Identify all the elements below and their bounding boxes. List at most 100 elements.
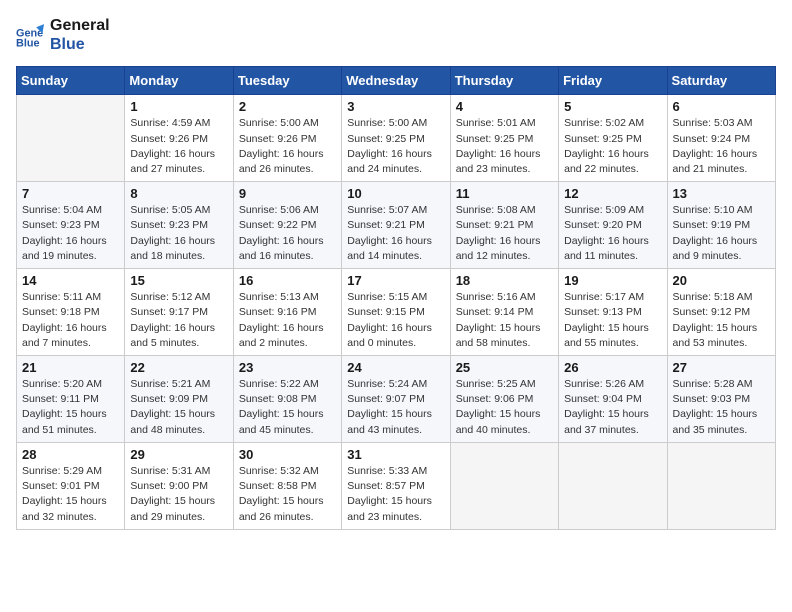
day-number: 12 (564, 186, 661, 201)
day-info: Sunrise: 5:24 AM Sunset: 9:07 PM Dayligh… (347, 377, 444, 438)
calendar-cell: 16 Sunrise: 5:13 AM Sunset: 9:16 PM Dayli… (233, 269, 341, 356)
logo-blue: Blue (50, 35, 110, 54)
calendar-cell: 27 Sunrise: 5:28 AM Sunset: 9:03 PM Dayli… (667, 356, 775, 443)
day-number: 19 (564, 273, 661, 288)
calendar-cell: 21 Sunrise: 5:20 AM Sunset: 9:11 PM Dayli… (17, 356, 125, 443)
calendar-header: SundayMondayTuesdayWednesdayThursdayFrid… (17, 67, 776, 95)
calendar-cell: 20 Sunrise: 5:18 AM Sunset: 9:12 PM Dayli… (667, 269, 775, 356)
weekday-sunday: Sunday (17, 67, 125, 95)
day-info: Sunrise: 5:26 AM Sunset: 9:04 PM Dayligh… (564, 377, 661, 438)
day-number: 21 (22, 360, 119, 375)
weekday-wednesday: Wednesday (342, 67, 450, 95)
day-number: 1 (130, 99, 227, 114)
day-info: Sunrise: 5:16 AM Sunset: 9:14 PM Dayligh… (456, 290, 553, 351)
day-info: Sunrise: 5:31 AM Sunset: 9:00 PM Dayligh… (130, 464, 227, 525)
day-info: Sunrise: 4:59 AM Sunset: 9:26 PM Dayligh… (130, 116, 227, 177)
day-number: 26 (564, 360, 661, 375)
week-row-1: 1 Sunrise: 4:59 AM Sunset: 9:26 PM Daylig… (17, 95, 776, 182)
day-number: 14 (22, 273, 119, 288)
calendar-cell: 22 Sunrise: 5:21 AM Sunset: 9:09 PM Dayli… (125, 356, 233, 443)
day-info: Sunrise: 5:32 AM Sunset: 8:58 PM Dayligh… (239, 464, 336, 525)
logo: General Blue General Blue (16, 16, 110, 54)
calendar-cell: 28Sunrise: 5:29 AM Sunset: 9:01 PM Dayli… (17, 442, 125, 529)
day-number: 6 (673, 99, 770, 114)
week-row-4: 21 Sunrise: 5:20 AM Sunset: 9:11 PM Dayli… (17, 356, 776, 443)
day-number: 24 (347, 360, 444, 375)
weekday-header-row: SundayMondayTuesdayWednesdayThursdayFrid… (17, 67, 776, 95)
day-info: Sunrise: 5:15 AM Sunset: 9:15 PM Dayligh… (347, 290, 444, 351)
calendar-cell: 30 Sunrise: 5:32 AM Sunset: 8:58 PM Dayli… (233, 442, 341, 529)
calendar-cell: 18 Sunrise: 5:16 AM Sunset: 9:14 PM Dayli… (450, 269, 558, 356)
day-info: Sunrise: 5:09 AM Sunset: 9:20 PM Dayligh… (564, 203, 661, 264)
calendar-cell: 25 Sunrise: 5:25 AM Sunset: 9:06 PM Dayli… (450, 356, 558, 443)
svg-text:Blue: Blue (16, 38, 40, 49)
calendar-cell: 7 Sunrise: 5:04 AM Sunset: 9:23 PM Daylig… (17, 182, 125, 269)
week-row-2: 7 Sunrise: 5:04 AM Sunset: 9:23 PM Daylig… (17, 182, 776, 269)
day-number: 7 (22, 186, 119, 201)
calendar-cell: 24 Sunrise: 5:24 AM Sunset: 9:07 PM Dayli… (342, 356, 450, 443)
day-number: 20 (673, 273, 770, 288)
day-number: 22 (130, 360, 227, 375)
page-header: General Blue General Blue (16, 16, 776, 54)
day-number: 15 (130, 273, 227, 288)
calendar-body: 1 Sunrise: 4:59 AM Sunset: 9:26 PM Daylig… (17, 95, 776, 529)
calendar-cell: 11Sunrise: 5:08 AM Sunset: 9:21 PM Dayli… (450, 182, 558, 269)
day-info: Sunrise: 5:05 AM Sunset: 9:23 PM Dayligh… (130, 203, 227, 264)
day-number: 30 (239, 447, 336, 462)
calendar-cell (450, 442, 558, 529)
calendar-cell: 12 Sunrise: 5:09 AM Sunset: 9:20 PM Dayli… (559, 182, 667, 269)
calendar-cell: 3Sunrise: 5:00 AM Sunset: 9:25 PM Daylig… (342, 95, 450, 182)
day-info: Sunrise: 5:22 AM Sunset: 9:08 PM Dayligh… (239, 377, 336, 438)
day-info: Sunrise: 5:03 AM Sunset: 9:24 PM Dayligh… (673, 116, 770, 177)
week-row-5: 28Sunrise: 5:29 AM Sunset: 9:01 PM Dayli… (17, 442, 776, 529)
day-info: Sunrise: 5:10 AM Sunset: 9:19 PM Dayligh… (673, 203, 770, 264)
day-info: Sunrise: 5:17 AM Sunset: 9:13 PM Dayligh… (564, 290, 661, 351)
day-number: 23 (239, 360, 336, 375)
calendar-cell: 29 Sunrise: 5:31 AM Sunset: 9:00 PM Dayli… (125, 442, 233, 529)
day-number: 29 (130, 447, 227, 462)
calendar-cell: 8 Sunrise: 5:05 AM Sunset: 9:23 PM Daylig… (125, 182, 233, 269)
calendar-cell: 13 Sunrise: 5:10 AM Sunset: 9:19 PM Dayli… (667, 182, 775, 269)
day-number: 8 (130, 186, 227, 201)
day-number: 16 (239, 273, 336, 288)
weekday-saturday: Saturday (667, 67, 775, 95)
day-info: Sunrise: 5:06 AM Sunset: 9:22 PM Dayligh… (239, 203, 336, 264)
day-number: 18 (456, 273, 553, 288)
calendar-cell: 4 Sunrise: 5:01 AM Sunset: 9:25 PM Daylig… (450, 95, 558, 182)
logo-general: General (50, 16, 110, 35)
calendar-cell: 2Sunrise: 5:00 AM Sunset: 9:26 PM Daylig… (233, 95, 341, 182)
calendar-cell (667, 442, 775, 529)
calendar-cell: 23 Sunrise: 5:22 AM Sunset: 9:08 PM Dayli… (233, 356, 341, 443)
day-info: Sunrise: 5:13 AM Sunset: 9:16 PM Dayligh… (239, 290, 336, 351)
weekday-thursday: Thursday (450, 67, 558, 95)
day-info: Sunrise: 5:18 AM Sunset: 9:12 PM Dayligh… (673, 290, 770, 351)
calendar-cell: 6 Sunrise: 5:03 AM Sunset: 9:24 PM Daylig… (667, 95, 775, 182)
calendar-cell: 14Sunrise: 5:11 AM Sunset: 9:18 PM Dayli… (17, 269, 125, 356)
day-info: Sunrise: 5:04 AM Sunset: 9:23 PM Dayligh… (22, 203, 119, 264)
day-number: 25 (456, 360, 553, 375)
day-number: 10 (347, 186, 444, 201)
day-info: Sunrise: 5:01 AM Sunset: 9:25 PM Dayligh… (456, 116, 553, 177)
weekday-monday: Monday (125, 67, 233, 95)
calendar-cell: 26 Sunrise: 5:26 AM Sunset: 9:04 PM Dayli… (559, 356, 667, 443)
day-info: Sunrise: 5:20 AM Sunset: 9:11 PM Dayligh… (22, 377, 119, 438)
day-info: Sunrise: 5:28 AM Sunset: 9:03 PM Dayligh… (673, 377, 770, 438)
day-number: 13 (673, 186, 770, 201)
weekday-tuesday: Tuesday (233, 67, 341, 95)
day-info: Sunrise: 5:02 AM Sunset: 9:25 PM Dayligh… (564, 116, 661, 177)
calendar-cell: 19 Sunrise: 5:17 AM Sunset: 9:13 PM Dayli… (559, 269, 667, 356)
calendar-cell: 17Sunrise: 5:15 AM Sunset: 9:15 PM Dayli… (342, 269, 450, 356)
day-info: Sunrise: 5:33 AM Sunset: 8:57 PM Dayligh… (347, 464, 444, 525)
calendar-cell: 5Sunrise: 5:02 AM Sunset: 9:25 PM Daylig… (559, 95, 667, 182)
calendar-cell (17, 95, 125, 182)
calendar-table: SundayMondayTuesdayWednesdayThursdayFrid… (16, 66, 776, 529)
calendar-cell: 31Sunrise: 5:33 AM Sunset: 8:57 PM Dayli… (342, 442, 450, 529)
calendar-cell (559, 442, 667, 529)
day-number: 27 (673, 360, 770, 375)
day-info: Sunrise: 5:25 AM Sunset: 9:06 PM Dayligh… (456, 377, 553, 438)
day-number: 2 (239, 99, 336, 114)
calendar-cell: 9Sunrise: 5:06 AM Sunset: 9:22 PM Daylig… (233, 182, 341, 269)
day-number: 4 (456, 99, 553, 114)
day-info: Sunrise: 5:21 AM Sunset: 9:09 PM Dayligh… (130, 377, 227, 438)
day-number: 28 (22, 447, 119, 462)
